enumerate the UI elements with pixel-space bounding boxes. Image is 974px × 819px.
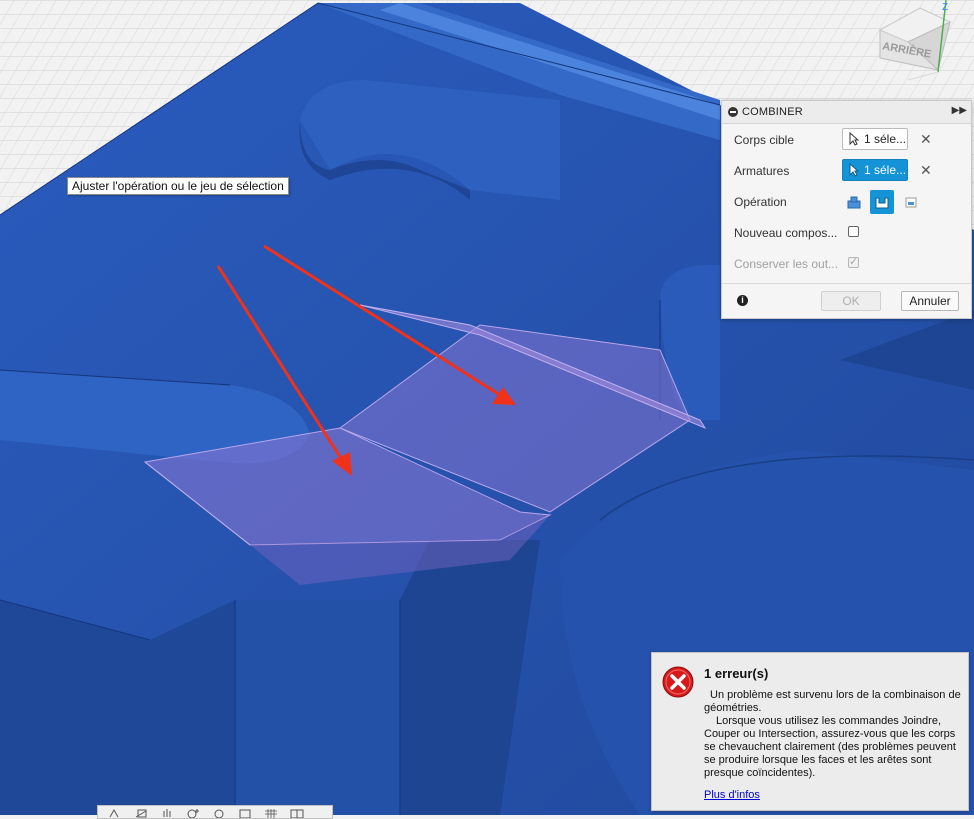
look-at-icon[interactable]	[132, 808, 150, 818]
intersect-icon	[905, 197, 917, 208]
error-popup: 1 erreur(s) Un problème est survenu lors…	[651, 652, 969, 811]
display-settings-icon[interactable]	[236, 808, 254, 818]
tool-bodies-selection[interactable]: 1 séle...	[842, 159, 908, 181]
fit-icon[interactable]	[210, 808, 228, 818]
clear-target-button[interactable]: ✕	[920, 131, 932, 148]
operation-join-button[interactable]	[842, 190, 866, 214]
new-component-label: Nouveau compos...	[734, 226, 838, 240]
tool-bodies-label: Armatures	[734, 164, 790, 178]
panel-header: COMBINER ▶▶	[722, 101, 971, 124]
error-message-1: Un problème est survenu lors de la combi…	[704, 689, 961, 714]
cancel-button[interactable]: Annuler	[901, 291, 959, 311]
row-target-body: Corps cible 1 séle... ✕	[722, 124, 971, 155]
operation-intersect-button[interactable]	[899, 190, 923, 214]
navigation-toolbar	[97, 805, 333, 819]
tool-bodies-value: 1 séle...	[864, 163, 907, 177]
keep-tools-checkbox[interactable]: ✓	[848, 256, 859, 268]
row-tool-bodies: Armatures 1 séle... ✕	[722, 155, 971, 186]
panel-title: COMBINER	[742, 106, 803, 118]
grid-settings-icon[interactable]	[262, 808, 280, 818]
operation-cut-button[interactable]	[870, 190, 894, 214]
collapse-icon[interactable]	[728, 107, 738, 117]
combine-panel: COMBINER ▶▶ Corps cible 1 séle... ✕ Arma…	[721, 100, 972, 319]
expand-icon[interactable]: ▶▶	[952, 105, 967, 116]
cut-icon	[875, 197, 889, 209]
target-body-value: 1 séle...	[864, 132, 907, 146]
pan-icon[interactable]	[158, 808, 176, 818]
error-message-2: Lorsque vous utilisez les commandes Join…	[704, 715, 956, 779]
join-icon	[847, 196, 861, 209]
clear-tools-button[interactable]: ✕	[920, 162, 932, 179]
cursor-arrow-icon	[847, 132, 861, 146]
row-operation: Opération	[722, 186, 971, 217]
panel-footer: i OK Annuler	[722, 283, 971, 318]
viewcube-axis-z: Z	[942, 2, 948, 13]
error-title: 1 erreur(s)	[704, 666, 769, 681]
check-icon: ✓	[849, 256, 859, 268]
more-info-link[interactable]: Plus d'infos	[704, 789, 760, 801]
target-body-label: Corps cible	[734, 133, 795, 147]
ok-button[interactable]: OK	[821, 291, 881, 311]
error-message: Un problème est survenu lors de la combi…	[704, 689, 966, 780]
pillar-lower-left	[0, 600, 235, 815]
target-body-selection[interactable]: 1 séle...	[842, 128, 908, 150]
zoom-icon[interactable]	[184, 808, 202, 818]
operation-label: Opération	[734, 195, 787, 209]
row-keep-tools: Conserver les out... ✓	[722, 248, 971, 279]
orbit-icon[interactable]	[106, 808, 124, 818]
keep-tools-label: Conserver les out...	[734, 257, 839, 271]
pillar-lower	[235, 600, 400, 815]
info-icon[interactable]: i	[737, 295, 748, 306]
row-new-component: Nouveau compos...	[722, 217, 971, 248]
viewcube[interactable]: ARRIÈRE Z	[868, 0, 974, 90]
operation-tooltip: Ajuster l'opération ou le jeu de sélecti…	[67, 177, 289, 195]
cursor-arrow-icon	[847, 163, 861, 177]
new-component-checkbox[interactable]	[848, 226, 859, 237]
error-icon	[662, 666, 694, 698]
viewports-icon[interactable]	[288, 808, 306, 818]
